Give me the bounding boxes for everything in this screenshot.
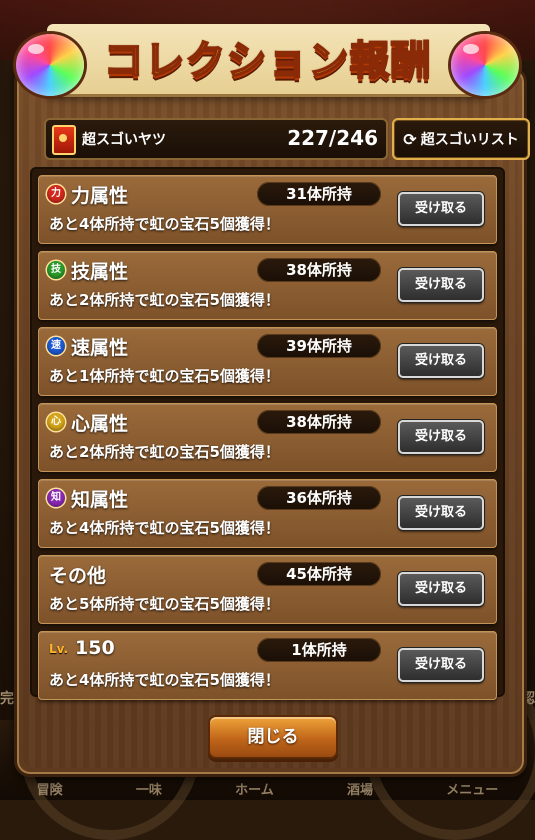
- nav-tavern: 酒場: [347, 783, 374, 798]
- collection-header: 超スゴいヤツ 227/246 ⟳ 超スゴいリスト: [28, 118, 530, 160]
- intellect-attribute-icon: 知: [47, 489, 65, 507]
- attribute-name: 速属性: [71, 337, 129, 359]
- reward-text: あと4体所持で虹の宝石5個獲得！: [49, 671, 280, 689]
- reward-list: 力 力属性 31体所持 あと4体所持で虹の宝石5個獲得！ 受け取る 技 技属性 …: [30, 167, 505, 700]
- attribute-name: 技属性: [71, 261, 129, 283]
- receive-button[interactable]: 受け取る: [398, 572, 484, 606]
- attribute-name: その他: [49, 565, 107, 587]
- nav-adventure: 冒険: [36, 783, 63, 798]
- reward-row-power: 力 力属性 31体所持 あと4体所持で虹の宝石5個獲得！ 受け取る: [38, 175, 497, 244]
- attribute-name: 力属性: [71, 185, 129, 207]
- close-button[interactable]: 閉じる: [208, 715, 338, 759]
- reward-row-intellect: 知 知属性 36体所持 あと4体所持で虹の宝石5個獲得！ 受け取る: [38, 479, 497, 548]
- owned-count: 38体所持: [257, 258, 381, 282]
- reward-text: あと1体所持で虹の宝石5個獲得！: [49, 367, 280, 385]
- level-value: 150: [75, 637, 115, 659]
- speed-attribute-icon: 速: [47, 337, 65, 355]
- nav-home: ホーム: [235, 783, 274, 798]
- reward-text: あと2体所持で虹の宝石5個獲得！: [49, 291, 280, 309]
- technique-attribute-icon: 技: [47, 261, 65, 279]
- owned-count: 1体所持: [257, 638, 381, 662]
- power-attribute-icon: 力: [47, 185, 65, 203]
- reward-row-level: Lv. 150 1体所持 あと4体所持で虹の宝石5個獲得！ 受け取る: [38, 631, 497, 700]
- collection-count-box: 超スゴいヤツ 227/246: [44, 118, 388, 160]
- background-bottom-nav: 冒険 一味 ホーム 酒場 メニュー: [0, 779, 535, 798]
- reward-row-speed: 速 速属性 39体所持 あと1体所持で虹の宝石5個獲得！ 受け取る: [38, 327, 497, 396]
- owned-count: 38体所持: [257, 410, 381, 434]
- receive-button[interactable]: 受け取る: [398, 192, 484, 226]
- attribute-name: 心属性: [71, 413, 129, 435]
- heart-attribute-icon: 心: [47, 413, 65, 431]
- reward-text: あと5体所持で虹の宝石5個獲得！: [49, 595, 280, 613]
- collection-count: 227/246: [287, 126, 378, 150]
- reward-row-other: その他 45体所持 あと5体所持で虹の宝石5個獲得！ 受け取る: [38, 555, 497, 624]
- reward-text: あと4体所持で虹の宝石5個獲得！: [49, 519, 280, 537]
- refresh-icon: ⟳: [403, 129, 417, 149]
- receive-button[interactable]: 受け取る: [398, 344, 484, 378]
- reward-text: あと4体所持で虹の宝石5個獲得！: [49, 215, 280, 233]
- owned-count: 36体所持: [257, 486, 381, 510]
- page-title: コレクション報酬: [103, 37, 432, 85]
- reward-row-heart: 心 心属性 38体所持 あと2体所持で虹の宝石5個獲得！ 受け取る: [38, 403, 497, 472]
- receive-button[interactable]: 受け取る: [398, 496, 484, 530]
- nav-crew: 一味: [135, 783, 162, 798]
- receive-button[interactable]: 受け取る: [398, 268, 484, 302]
- title-banner: コレクション報酬: [6, 6, 529, 102]
- level-badge: Lv.: [49, 642, 69, 656]
- receive-button[interactable]: 受け取る: [398, 420, 484, 454]
- super-list-button[interactable]: ⟳ 超スゴいリスト: [392, 118, 530, 160]
- attribute-name: 知属性: [71, 489, 129, 511]
- super-list-label: 超スゴいリスト: [420, 132, 519, 148]
- nav-menu: メニュー: [446, 783, 499, 798]
- owned-count: 45体所持: [257, 562, 381, 586]
- category-label: 超スゴいヤツ: [82, 132, 166, 148]
- owned-count: 31体所持: [257, 182, 381, 206]
- receive-button[interactable]: 受け取る: [398, 648, 484, 682]
- reward-text: あと2体所持で虹の宝石5個獲得！: [49, 443, 280, 461]
- owned-count: 39体所持: [257, 334, 381, 358]
- reward-row-technique: 技 技属性 38体所持 あと2体所持で虹の宝石5個獲得！ 受け取る: [38, 251, 497, 320]
- card-icon: [52, 125, 76, 155]
